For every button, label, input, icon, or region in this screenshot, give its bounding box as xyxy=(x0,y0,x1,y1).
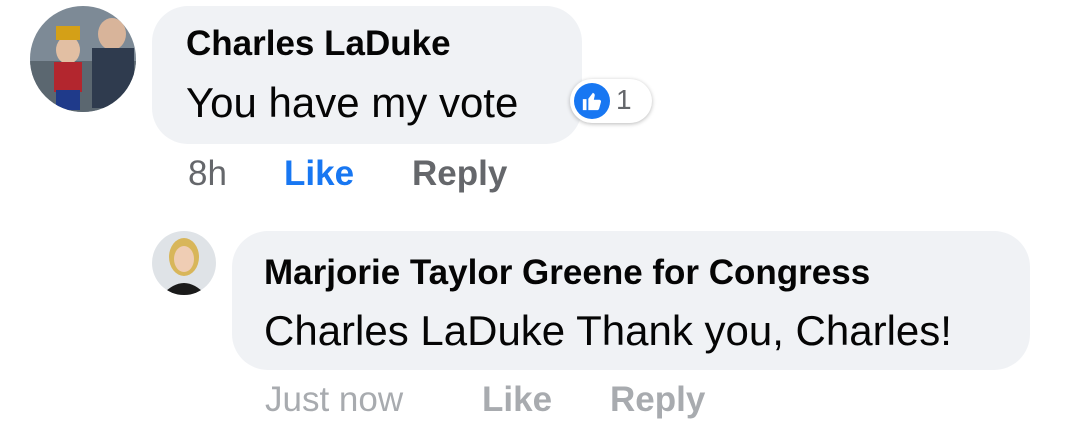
comment-author-name[interactable]: Charles LaDuke xyxy=(186,24,451,64)
reply-timestamp[interactable]: Just now xyxy=(265,380,403,420)
replier-avatar[interactable] xyxy=(152,231,216,295)
comment-reply-button[interactable]: Reply xyxy=(412,154,507,194)
comment-timestamp[interactable]: 8h xyxy=(188,154,227,194)
thumbs-up-icon xyxy=(574,83,610,119)
reply-like-button[interactable]: Like xyxy=(482,380,552,420)
comment-like-button[interactable]: Like xyxy=(284,154,354,194)
reply-text: Charles LaDuke Thank you, Charles! xyxy=(264,307,952,355)
reply-message: Thank you, Charles! xyxy=(565,307,952,354)
reaction-count: 1 xyxy=(616,84,632,115)
reaction-summary[interactable]: 1 xyxy=(570,79,652,123)
reply-author-name[interactable]: Marjorie Taylor Greene for Congress xyxy=(264,253,870,293)
reply-mention[interactable]: Charles LaDuke xyxy=(264,307,565,354)
commenter-avatar[interactable] xyxy=(30,6,136,112)
reply-reply-button[interactable]: Reply xyxy=(610,380,705,420)
comment-text: You have my vote xyxy=(186,79,519,126)
